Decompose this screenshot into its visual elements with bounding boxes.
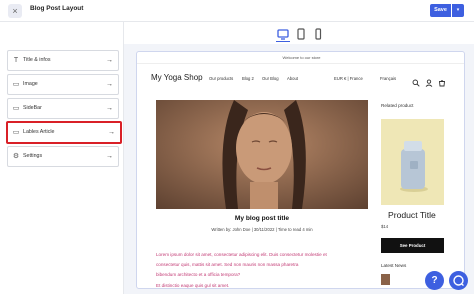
close-button[interactable]: × bbox=[8, 4, 22, 18]
arrow-right-icon: → bbox=[106, 153, 113, 160]
product-image[interactable] bbox=[381, 119, 444, 205]
section-icon: ▭ bbox=[12, 81, 20, 88]
sidebar-item-label: Image bbox=[23, 81, 38, 87]
sidebar-item-label: Title & infos bbox=[23, 57, 51, 63]
page-title: Blog Post Layout bbox=[30, 5, 84, 12]
product-price: $14 bbox=[381, 224, 389, 229]
nav-link-about[interactable]: About bbox=[287, 76, 298, 81]
arrow-right-icon: → bbox=[106, 105, 113, 112]
sidebar-item-image[interactable]: ▭ Image → bbox=[7, 74, 119, 95]
blog-post-image bbox=[156, 100, 368, 209]
related-product-heading: Related product bbox=[381, 103, 414, 108]
top-bar: × Blog Post Layout Save ▾ bbox=[0, 0, 474, 22]
shop-logo[interactable]: My Yoga Shop bbox=[151, 73, 203, 82]
news-thumbnail[interactable] bbox=[381, 274, 390, 285]
arrow-right-icon: → bbox=[106, 57, 113, 64]
sidebar-item-label: Lables Article bbox=[23, 129, 55, 135]
blog-post-body: Lorem ipsum dolor sit amet, consectetur … bbox=[156, 250, 368, 288]
text-icon: T bbox=[13, 57, 19, 64]
product-title: Product Title bbox=[388, 210, 436, 220]
section-icon: ▭ bbox=[12, 129, 20, 136]
sidebar-item-label: Settings bbox=[23, 153, 43, 159]
cart-icon[interactable] bbox=[438, 74, 446, 87]
shop-header: My Yoga Shop Our products Blog 2 Our Blo… bbox=[137, 64, 464, 92]
sidebar-item-sidebar[interactable]: ▭ SideBar → bbox=[7, 98, 119, 119]
language-selector[interactable]: Français bbox=[380, 76, 396, 81]
blog-post-meta: Written by: John Doe | 30/11/2022 | Time… bbox=[211, 227, 313, 232]
device-toggle bbox=[124, 22, 474, 44]
page-preview[interactable]: Welcome to our store My Yoga Shop Our pr… bbox=[136, 51, 465, 289]
tablet-icon[interactable] bbox=[294, 27, 308, 40]
sidebar-item-lables-article[interactable]: ▭ Lables Article → bbox=[6, 121, 122, 144]
sidebar-item-label: SideBar bbox=[23, 105, 42, 111]
settings-sidebar: T Title & infos → ▭ Image → ▭ SideBar → … bbox=[0, 22, 124, 294]
body-line: Et distinctio eaque quis gul sit amet. bbox=[156, 282, 230, 288]
nav-link-blog-2[interactable]: Blog 2 bbox=[242, 76, 254, 81]
account-icon[interactable] bbox=[425, 74, 433, 87]
currency-selector[interactable]: EUR € | France bbox=[334, 76, 363, 81]
nav-link-our-products[interactable]: Our products bbox=[209, 76, 233, 81]
desktop-icon[interactable] bbox=[276, 27, 290, 42]
body-line: Lorem ipsum dolor sit amet, consectetur … bbox=[156, 252, 327, 257]
arrow-right-icon: → bbox=[106, 81, 113, 88]
save-button[interactable]: Save bbox=[430, 4, 451, 17]
sidebar-item-title-infos[interactable]: T Title & infos → bbox=[7, 50, 119, 71]
section-icon: ▭ bbox=[12, 105, 20, 112]
announcement-bar: Welcome to our store bbox=[137, 52, 464, 64]
blog-post-title: My blog post title bbox=[234, 215, 290, 222]
latest-news-heading: Latest News bbox=[381, 263, 407, 268]
chat-icon[interactable] bbox=[449, 271, 468, 290]
help-button[interactable]: ? bbox=[425, 271, 444, 290]
mobile-icon[interactable] bbox=[311, 27, 325, 40]
search-icon[interactable] bbox=[412, 74, 420, 87]
sidebar-item-settings[interactable]: ⚙ Settings → bbox=[7, 146, 119, 167]
nav-link-our-blog[interactable]: Our Blog bbox=[262, 76, 279, 81]
see-product-button[interactable]: See Product bbox=[381, 238, 444, 253]
save-options-chevron-icon[interactable]: ▾ bbox=[452, 4, 464, 17]
body-line: bibendum architecto et a officia tempora… bbox=[156, 272, 241, 278]
body-line: consectetur quis, mattis sit amet. Sed n… bbox=[156, 262, 299, 268]
arrow-right-icon: → bbox=[108, 129, 115, 136]
gear-icon: ⚙ bbox=[12, 153, 20, 160]
